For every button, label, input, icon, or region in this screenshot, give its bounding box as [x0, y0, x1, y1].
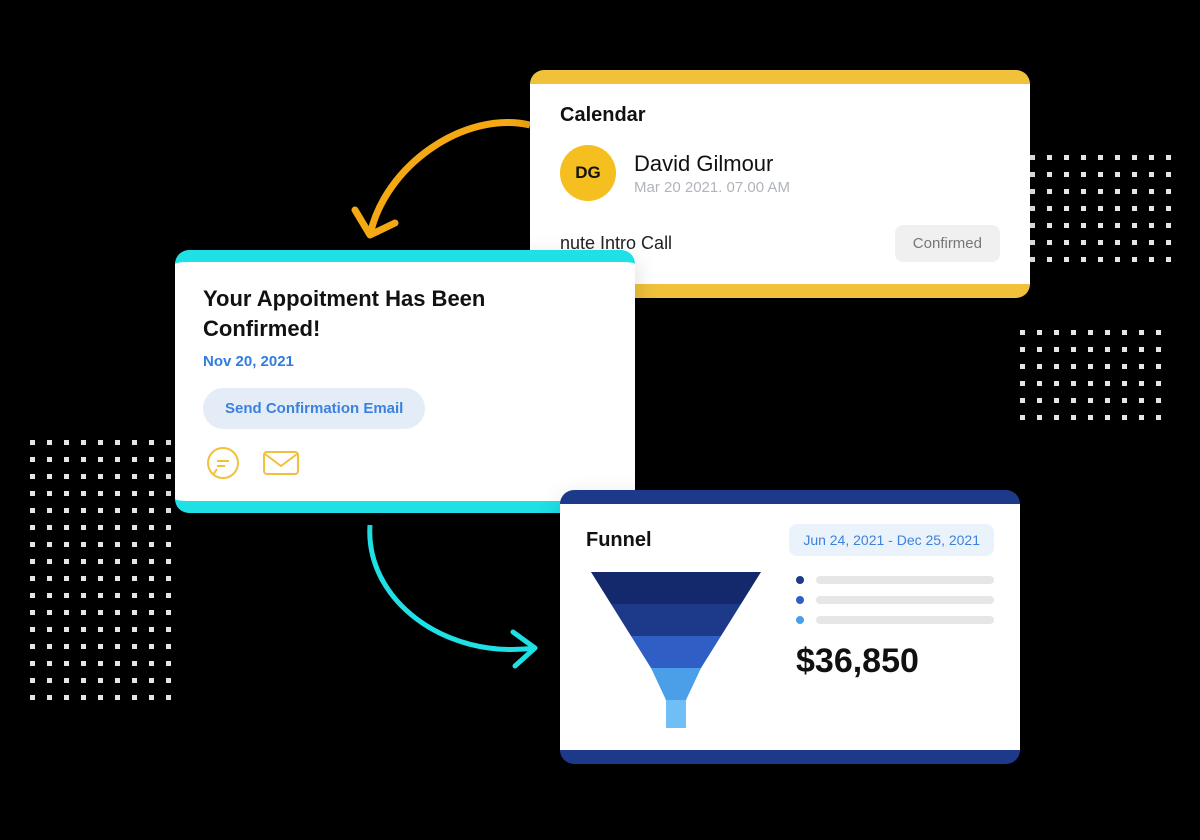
dot-grid-decoration	[1030, 155, 1171, 262]
legend-dot	[796, 576, 804, 584]
legend-row	[796, 616, 994, 624]
funnel-chart-icon	[586, 572, 766, 732]
legend-row	[796, 576, 994, 584]
legend-dot	[796, 616, 804, 624]
legend-dot	[796, 596, 804, 604]
dot-grid-decoration	[1020, 330, 1161, 420]
funnel-card: Funnel Jun 24, 2021 - Dec 25, 2021 $3	[560, 490, 1020, 764]
date-range-picker[interactable]: Jun 24, 2021 - Dec 25, 2021	[789, 524, 994, 556]
legend-row	[796, 596, 994, 604]
status-badge: Confirmed	[895, 225, 1000, 262]
funnel-amount: $36,850	[796, 642, 994, 681]
contact-name: David Gilmour	[634, 151, 790, 177]
legend-bar	[816, 616, 994, 624]
avatar: DG	[560, 145, 616, 201]
email-icon[interactable]	[261, 443, 301, 483]
chat-icon[interactable]	[203, 443, 243, 483]
calendar-contact-row: DG David Gilmour Mar 20 2021. 07.00 AM	[560, 145, 1000, 201]
appointment-card: Your Appoitment Has Been Confirmed! Nov …	[175, 250, 635, 513]
arrow-calendar-to-appointment	[345, 115, 545, 270]
send-confirmation-button[interactable]: Send Confirmation Email	[203, 388, 425, 429]
funnel-title: Funnel	[586, 529, 652, 552]
appointment-date: Nov 20, 2021	[203, 353, 607, 370]
calendar-title: Calendar	[560, 104, 1000, 127]
contact-datetime: Mar 20 2021. 07.00 AM	[634, 179, 790, 196]
legend-bar	[816, 576, 994, 584]
legend-bar	[816, 596, 994, 604]
appointment-heading: Your Appoitment Has Been Confirmed!	[203, 284, 607, 343]
dot-grid-decoration	[30, 440, 171, 700]
arrow-appointment-to-funnel	[355, 520, 565, 685]
